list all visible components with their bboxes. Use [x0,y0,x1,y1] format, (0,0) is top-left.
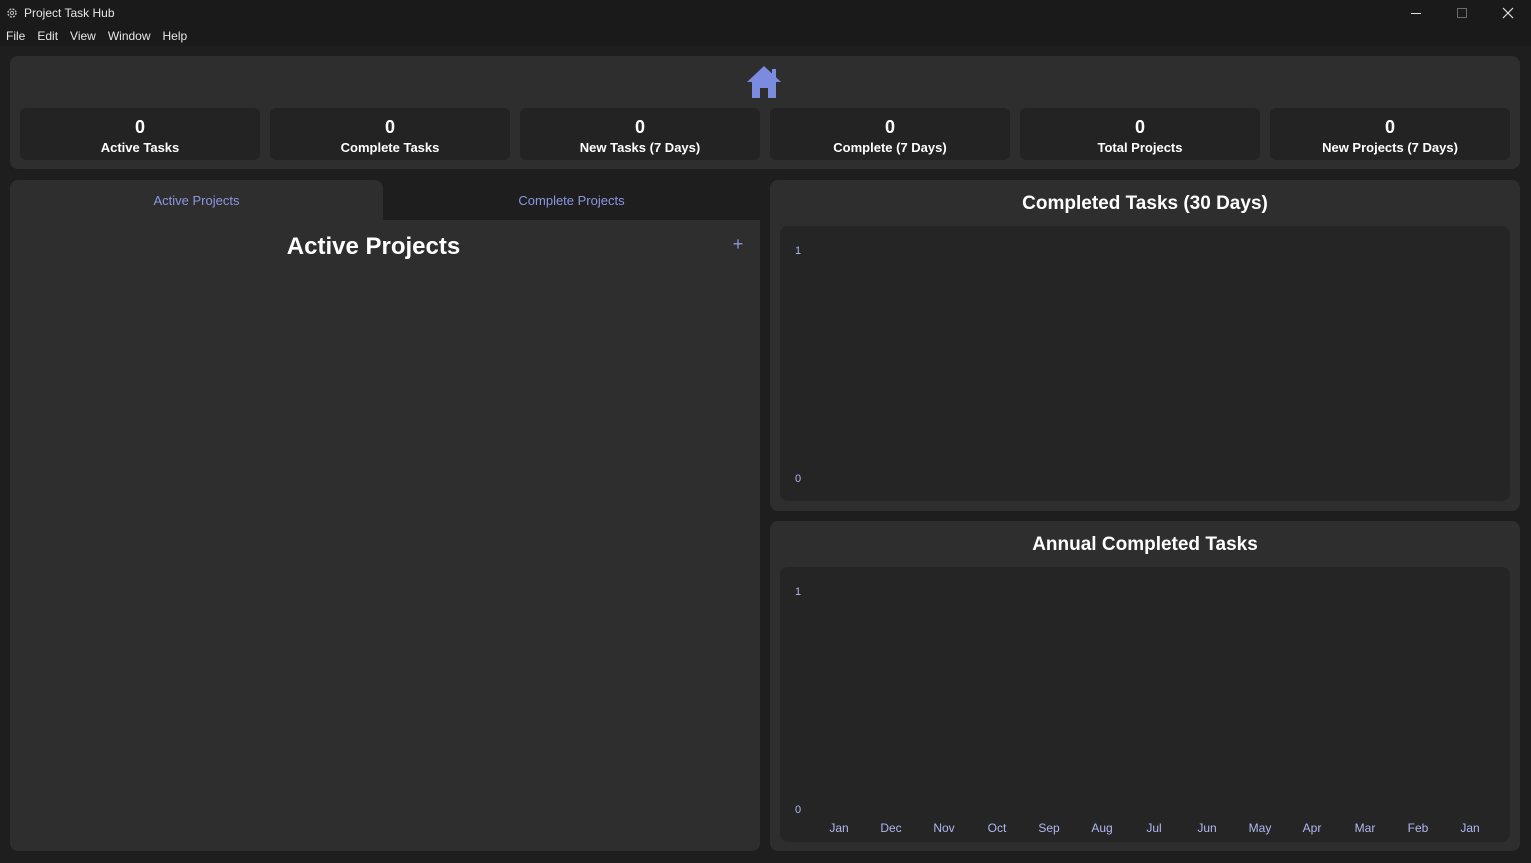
projects-title: Active Projects [286,233,461,260]
x-tick-label: Feb [1407,821,1429,835]
stat-label: Complete (7 Days) [833,140,947,155]
maximize-icon [1457,8,1467,18]
y-tick-label: 1 [795,586,802,598]
close-button[interactable] [1485,0,1531,26]
x-tick-label: Aug [1091,821,1113,835]
stat-label: Total Projects [1097,140,1183,155]
stat-value: 0 [384,117,395,137]
stat-label: Complete Tasks [340,140,440,155]
y-tick-label: 0 [795,804,802,816]
projects-panel [10,220,760,851]
x-tick-label: Dec [880,821,902,835]
tab-complete-projects[interactable]: Complete Projects [383,180,760,220]
x-tick-label: Jan [829,821,849,835]
stat-label: New Tasks (7 Days) [579,140,701,155]
stat-card-complete-tasks: 0 Complete Tasks [270,108,510,160]
add-project-button[interactable]: + [729,234,747,254]
menu-edit[interactable]: Edit [31,26,64,46]
menu-view[interactable]: View [64,26,102,46]
window-title: Project Task Hub [24,6,115,20]
maximize-button[interactable] [1439,0,1485,26]
stat-label: Active Tasks [100,140,180,155]
gear-icon [5,6,19,20]
y-tick-label: 1 [795,245,802,257]
stat-value: 0 [634,117,645,137]
x-tick-label: Oct [987,821,1007,835]
menu-window[interactable]: Window [102,26,157,46]
stat-card-active-tasks: 0 Active Tasks [20,108,260,160]
stat-card-total-projects: 0 Total Projects [1020,108,1260,160]
minimize-button[interactable] [1393,0,1439,26]
x-tick-label: Apr [1302,821,1322,835]
annual-title: Annual Completed Tasks [1032,534,1258,555]
x-tick-label: Jun [1197,821,1217,835]
x-tick-label: Jul [1146,821,1162,835]
title-bar: Project Task Hub [0,0,1531,26]
completed-30-days-chart [780,226,1510,501]
x-tick-label: May [1248,821,1272,835]
stat-label: New Projects (7 Days) [1322,140,1458,155]
home-icon[interactable] [745,64,783,100]
x-tick-label: Sep [1038,821,1060,835]
stat-card-complete-7-days: 0 Complete (7 Days) [770,108,1010,160]
stat-card-new-projects: 0 New Projects (7 Days) [1270,108,1510,160]
minimize-icon [1411,13,1421,14]
stat-value: 0 [1134,117,1145,137]
x-tick-label: Jan [1460,821,1480,835]
stat-value: 0 [134,117,145,137]
annual-chart [780,567,1510,842]
stat-value: 0 [1384,117,1395,137]
stat-card-new-tasks: 0 New Tasks (7 Days) [520,108,760,160]
x-tick-label: Mar [1354,821,1376,835]
x-tick-label: Nov [933,821,955,835]
menu-file[interactable]: File [0,26,31,46]
menu-help[interactable]: Help [157,26,194,46]
close-icon [1502,7,1514,19]
menu-bar: File Edit View Window Help [0,26,1531,46]
stat-value: 0 [884,117,895,137]
completed-30-days-title: Completed Tasks (30 Days) [1022,193,1268,214]
tab-active-projects[interactable]: Active Projects [10,180,383,220]
y-tick-label: 0 [795,473,802,485]
